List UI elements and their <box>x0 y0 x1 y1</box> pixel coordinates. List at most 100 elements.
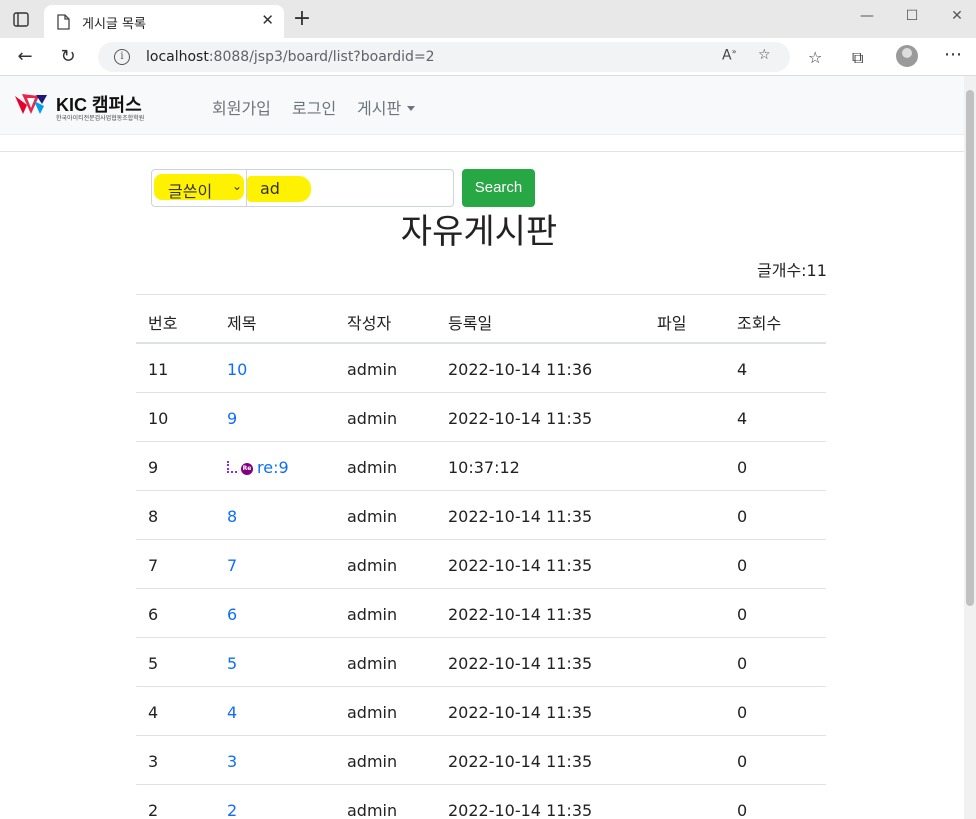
row-views: 0 <box>737 556 748 575</box>
chevron-down-icon: ⌄ <box>232 179 243 193</box>
post-title-link[interactable]: 5 <box>227 654 237 673</box>
search-input[interactable]: ad <box>247 169 454 207</box>
minimize-icon[interactable]: — <box>855 8 879 28</box>
table-header: 번호 제목 작성자 등록일 파일 조회수 <box>136 294 826 344</box>
row-views: 4 <box>737 409 748 428</box>
document-icon <box>56 14 70 34</box>
table-row: 7 7 admin 2022-10-14 11:35 0 <box>136 540 826 589</box>
divider <box>0 151 964 152</box>
post-title-link[interactable]: 3 <box>227 752 237 771</box>
maximize-icon[interactable]: ☐ <box>900 8 924 28</box>
reply-icon: Re <box>227 461 253 475</box>
row-author: admin <box>347 458 398 477</box>
close-tab-icon[interactable]: ✕ <box>261 11 274 29</box>
nav-signup[interactable]: 회원가입 <box>212 95 271 119</box>
table-row: 8 8 admin 2022-10-14 11:35 0 <box>136 491 826 540</box>
select-value: 글쓴이 <box>168 182 213 201</box>
kic-logo-mark <box>15 94 47 114</box>
row-views: 0 <box>737 801 748 819</box>
post-title-link[interactable]: 6 <box>227 605 237 624</box>
search-input-value: ad <box>260 179 280 198</box>
row-author: admin <box>347 654 398 673</box>
more-menu-icon[interactable]: ⋯ <box>944 44 962 65</box>
post-title-link[interactable]: 10 <box>227 360 247 379</box>
post-count: 글개수:11 <box>757 261 827 280</box>
row-date: 2022-10-14 11:36 <box>448 360 593 379</box>
browser-toolbar: ← ↻ i localhost:8088/jsp3/board/list?boa… <box>0 38 976 76</box>
info-icon[interactable]: i <box>114 49 130 65</box>
table-row: 6 6 admin 2022-10-14 11:35 0 <box>136 589 826 638</box>
row-number: 10 <box>148 409 169 428</box>
post-title-link[interactable]: 7 <box>227 556 237 575</box>
row-number: 2 <box>148 801 159 819</box>
header-date: 등록일 <box>448 314 493 333</box>
tab-title: 게시글 목록 <box>82 17 146 32</box>
table-row: 2 2 admin 2022-10-14 11:35 0 <box>136 785 826 819</box>
post-title-link[interactable]: 9 <box>227 409 237 428</box>
page-scrollbar[interactable] <box>964 76 976 819</box>
table-row: 4 4 admin 2022-10-14 11:35 0 <box>136 687 826 736</box>
row-views: 0 <box>737 507 748 526</box>
row-number: 4 <box>148 703 159 722</box>
scrollbar-thumb[interactable] <box>966 90 974 606</box>
row-number: 11 <box>148 360 169 379</box>
post-title-link[interactable]: 8 <box>227 507 237 526</box>
row-author: admin <box>347 801 398 819</box>
table-row: 5 5 admin 2022-10-14 11:35 0 <box>136 638 826 687</box>
back-icon[interactable]: ← <box>12 45 38 69</box>
reload-icon[interactable]: ↻ <box>55 45 81 69</box>
row-number: 8 <box>148 507 159 526</box>
row-views: 0 <box>737 458 748 477</box>
browser-tab-active[interactable]: 게시글 목록 ✕ <box>44 5 284 38</box>
post-title-link[interactable]: Re re:9 <box>227 458 289 477</box>
nav-login[interactable]: 로그인 <box>292 95 336 119</box>
page-title: 자유게시판 <box>400 212 558 252</box>
row-date: 2022-10-14 11:35 <box>448 507 593 526</box>
caret-down-icon <box>407 106 416 111</box>
row-views: 0 <box>737 605 748 624</box>
address-bar[interactable]: i localhost:8088/jsp3/board/list?boardid… <box>98 42 790 72</box>
collections-icon[interactable]: ⧉ <box>852 48 863 68</box>
kic-logo[interactable]: KIC 캠퍼스 한국아이티전문검사업협동조합학원 <box>14 92 154 124</box>
row-date: 2022-10-14 11:35 <box>448 409 593 428</box>
page-content: KIC 캠퍼스 한국아이티전문검사업협동조합학원 회원가입 로그인 게시판 글쓴… <box>0 76 964 819</box>
table-row: 10 9 admin 2022-10-14 11:35 4 <box>136 393 826 442</box>
row-date: 2022-10-14 11:35 <box>448 752 593 771</box>
row-author: admin <box>347 507 398 526</box>
row-number: 7 <box>148 556 159 575</box>
tab-actions-icon[interactable] <box>8 9 34 31</box>
close-window-icon[interactable]: ✕ <box>945 8 969 28</box>
row-views: 0 <box>737 752 748 771</box>
row-author: admin <box>347 556 398 575</box>
header-title: 제목 <box>227 314 257 333</box>
row-author: admin <box>347 409 398 428</box>
read-aloud-icon[interactable]: A» <box>722 47 736 64</box>
post-title-link[interactable]: 4 <box>227 703 237 722</box>
brand-subtitle: 한국아이티전문검사업협동조합학원 <box>56 115 145 122</box>
add-favorite-icon[interactable]: ☆ <box>758 47 771 63</box>
profile-avatar[interactable] <box>896 45 918 67</box>
row-author: admin <box>347 752 398 771</box>
row-number: 5 <box>148 654 159 673</box>
new-tab-icon[interactable]: + <box>289 6 315 32</box>
post-title-link[interactable]: 2 <box>227 801 237 819</box>
row-number: 3 <box>148 752 159 771</box>
row-date: 2022-10-14 11:35 <box>448 654 593 673</box>
table-row: 3 3 admin 2022-10-14 11:35 0 <box>136 736 826 785</box>
browser-tab-strip: 게시글 목록 ✕ + — ☐ ✕ <box>0 0 976 38</box>
row-author: admin <box>347 360 398 379</box>
row-date: 2022-10-14 11:35 <box>448 703 593 722</box>
row-number: 6 <box>148 605 159 624</box>
url-text: localhost:8088/jsp3/board/list?boardid=2 <box>146 49 435 65</box>
favorites-icon[interactable]: ☆ <box>808 48 822 67</box>
header-author: 작성자 <box>347 314 392 333</box>
search-button[interactable]: Search <box>462 169 535 207</box>
header-views: 조회수 <box>737 314 782 333</box>
nav-board-dropdown[interactable]: 게시판 <box>357 95 416 119</box>
search-field-select[interactable]: 글쓴이 ⌄ <box>151 169 247 207</box>
row-views: 0 <box>737 654 748 673</box>
row-number: 9 <box>148 458 159 477</box>
row-views: 4 <box>737 360 748 379</box>
row-date: 2022-10-14 11:35 <box>448 556 593 575</box>
row-date: 10:37:12 <box>448 458 520 477</box>
